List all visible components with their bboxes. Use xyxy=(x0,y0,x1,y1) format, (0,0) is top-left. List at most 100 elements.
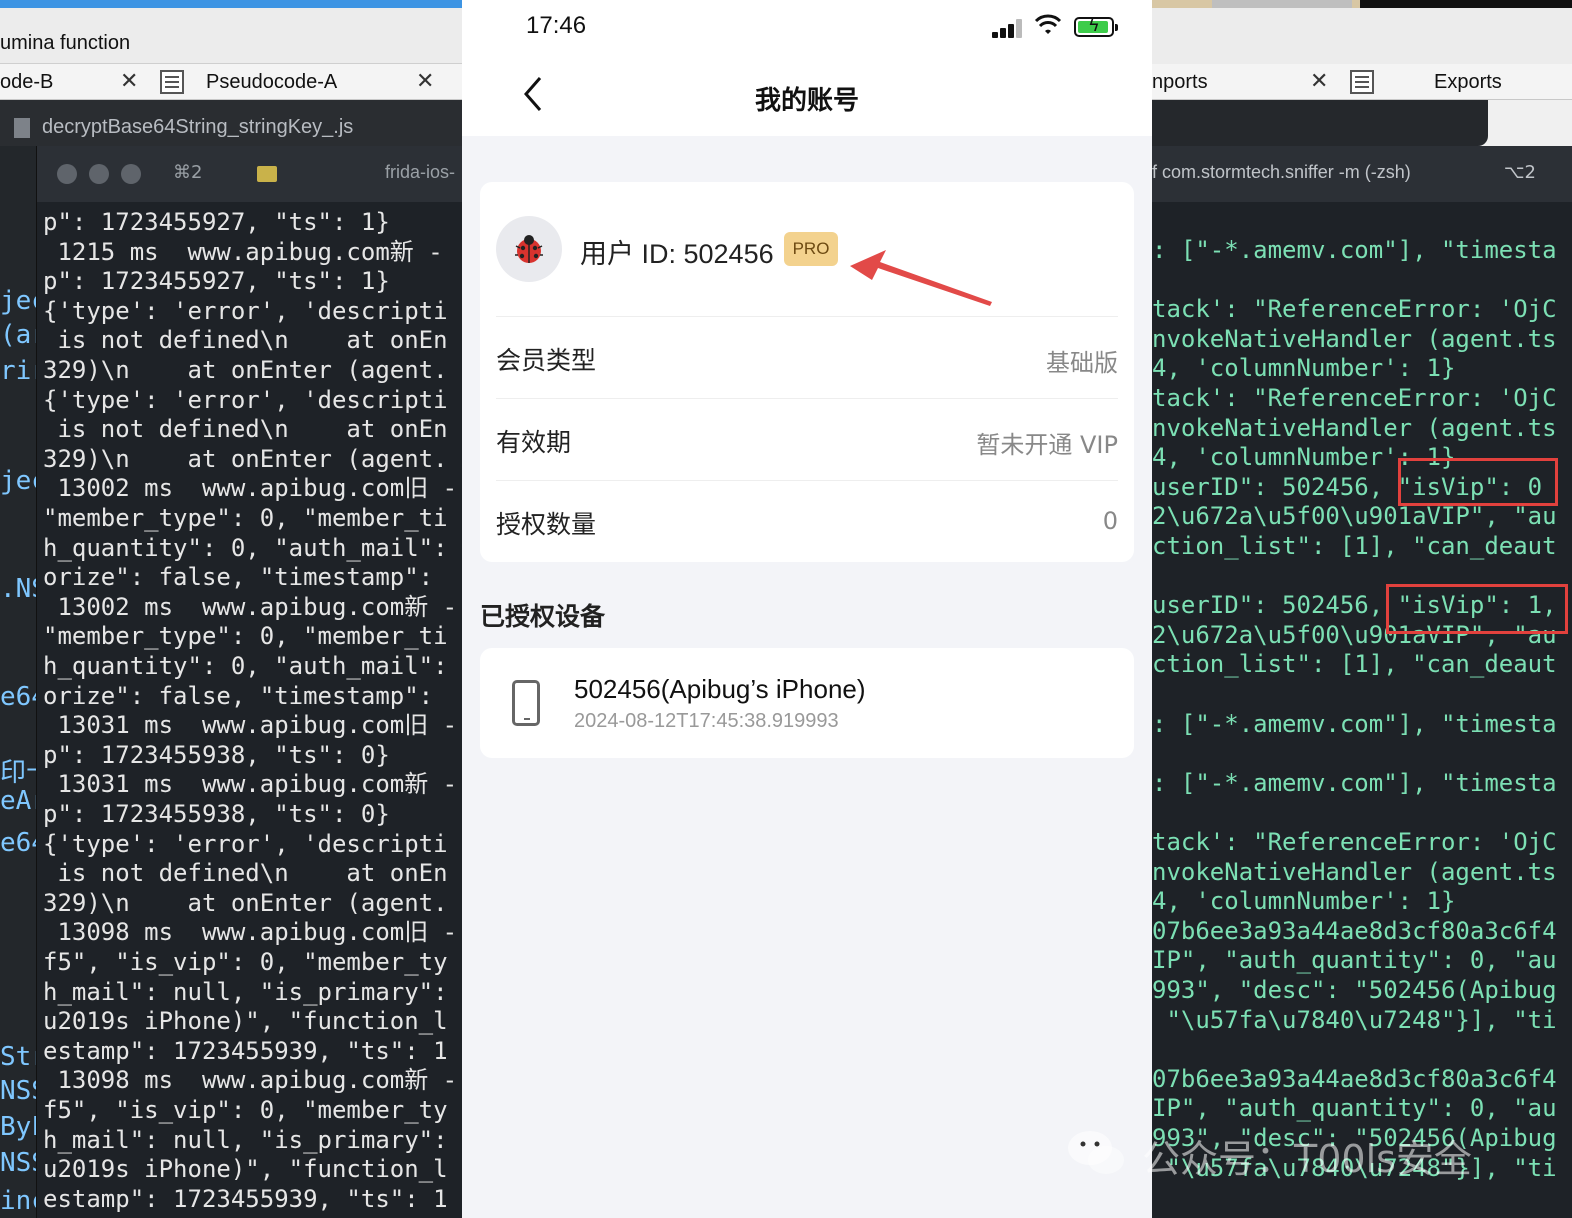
row-value: 暂未开通 VIP xyxy=(976,431,1118,459)
terminal-line: 2\u672a\u5f00\u901aVIP", "au xyxy=(1152,502,1557,531)
terminal-line: orize": false, "timestamp": xyxy=(43,681,448,710)
isvip-0-highlight xyxy=(1398,458,1558,506)
close-icon[interactable]: ✕ xyxy=(1310,64,1328,100)
terminal-line: 13002 ms www.apibug.com新 - xyxy=(43,592,458,621)
editor-file-tab[interactable]: decryptBase64String_stringKey_.js xyxy=(0,100,462,146)
row-value: 基础版 xyxy=(1046,349,1118,377)
tab-exports[interactable]: Exports xyxy=(1434,64,1502,100)
terminal-icon xyxy=(257,166,277,182)
terminal-shortcut: ⌘2 xyxy=(173,162,203,183)
terminal-line: p": 1723455927, "ts": 1} xyxy=(43,208,390,236)
terminal-line: 13098 ms www.apibug.com新 - xyxy=(43,1066,458,1095)
close-icon[interactable]: ✕ xyxy=(120,64,138,100)
gutter-fragment: .NS xyxy=(0,574,40,604)
terminal-line: : ["-*.amemv.com"], "timesta xyxy=(1152,236,1557,264)
terminal-line: 329)\n at onEnter (agent. xyxy=(43,888,448,917)
row-validity[interactable]: 有效期 暂未开通 VIP xyxy=(496,398,1118,480)
ida-titlebar xyxy=(1152,8,1572,64)
left-desktop-window: umina function ode-B ✕ Pseudocode-A ✕ de… xyxy=(0,0,462,1218)
close-window-button[interactable] xyxy=(57,164,77,184)
gutter-fragment: NSS xyxy=(0,1148,40,1178)
row-member-type[interactable]: 会员类型 基础版 xyxy=(496,316,1118,398)
gutter-fragment: e64 xyxy=(0,828,40,858)
terminal-titlebar: ⌘2 frida-ios- xyxy=(37,146,462,202)
top-accent-bar xyxy=(1152,0,1572,8)
terminal-line: h_mail": null, "is_primary": xyxy=(43,977,448,1006)
navigation-bar: 我的账号 xyxy=(462,54,1152,136)
terminal-line: : ["-*.amemv.com"], "timesta xyxy=(1152,709,1557,738)
terminal-line: "\u57fa\u7840\u7248"}], "ti xyxy=(1152,1005,1557,1034)
terminal-line: 07b6ee3a93a44ae8d3cf80a3c6f4 xyxy=(1152,1064,1557,1093)
terminal-line: tack': "ReferenceError: 'OjC xyxy=(1152,295,1557,324)
user-id: 用户 ID: 502456 xyxy=(580,239,774,269)
terminal-line: tack': "ReferenceError: 'OjC xyxy=(1152,828,1557,856)
right-desktop-window: nports ✕ Exports f com.stormtech.sniffer… xyxy=(1152,0,1572,1218)
gutter-fragment: NSS xyxy=(0,1076,40,1106)
gutter-fragment: jec xyxy=(0,466,40,496)
gutter-fragment: e64 xyxy=(0,682,40,712)
editor-file-name: decryptBase64String_stringKey_.js xyxy=(42,116,354,138)
terminal-line: h_quantity": 0, "auth_mail": xyxy=(43,652,448,680)
terminal-line: ction_list": [1], "can_deaut xyxy=(1152,650,1557,679)
terminal-line: orize": false, "timestamp": xyxy=(43,563,448,592)
device-timestamp: 2024-08-12T17:45:38.919993 xyxy=(574,710,839,732)
wifi-icon xyxy=(1034,14,1062,44)
terminal-line: f5", "is_vip": 0, "member_ty xyxy=(43,948,448,976)
row-label: 授权数量 xyxy=(496,510,597,539)
gutter-fragment: eAr xyxy=(0,786,40,816)
tab-pseudocode-a[interactable]: Pseudocode-A xyxy=(206,64,337,100)
close-icon[interactable]: ✕ xyxy=(416,64,434,100)
terminal-line: "member_type": 0, "member_ti xyxy=(43,622,448,651)
device-card[interactable]: 502456(Apibug’s iPhone) 2024-08-12T17:45… xyxy=(480,648,1134,758)
terminal-line: IP", "auth_quantity": 0, "au xyxy=(1152,946,1557,975)
status-time: 17:46 xyxy=(526,12,587,39)
top-accent-bar xyxy=(0,0,462,8)
terminal-line: p": 1723455938, "ts": 0} xyxy=(43,800,390,828)
terminal-title: f com.stormtech.sniffer -m (-zsh) xyxy=(1152,162,1411,182)
terminal-title: frida-ios- xyxy=(385,162,456,182)
ladybug-icon xyxy=(515,235,543,263)
isvip-1-highlight xyxy=(1386,584,1568,634)
annotation-arrow xyxy=(850,250,992,306)
terminal-line: 4, 'columnNumber': 1} xyxy=(1152,887,1456,916)
terminal-line: is not defined\n at onEn xyxy=(43,326,448,355)
terminal-line: estamp": 1723455939, "ts": 1 xyxy=(43,1184,448,1213)
terminal-line: 13098 ms www.apibug.com旧 - xyxy=(43,918,458,947)
terminal-line: 1215 ms www.apibug.com新 - xyxy=(43,237,443,266)
watermark: 公众号：T00ls安全 xyxy=(1066,1120,1566,1210)
row-label: 会员类型 xyxy=(496,346,597,375)
tab-pseudocode-b[interactable]: ode-B xyxy=(0,64,53,100)
terminal-line: : ["-*.amemv.com"], "timesta xyxy=(1152,768,1557,797)
ida-tab-bar: nports ✕ Exports xyxy=(1152,64,1572,100)
terminal-line: tack': "ReferenceError: 'OjC xyxy=(1152,384,1557,412)
terminal-window-left: ⌘2 frida-ios- p": 1723455927, "ts": 1} 1… xyxy=(36,146,462,1218)
zoom-window-button[interactable] xyxy=(121,164,141,184)
terminal-line: {'type': 'error', 'descripti xyxy=(43,296,448,325)
tab-imports[interactable]: nports xyxy=(1152,64,1208,100)
status-bar: 17:46 ϟ xyxy=(462,0,1152,54)
battery-icon: ϟ xyxy=(1074,15,1118,37)
terminal-line: 4, 'columnNumber': 1} xyxy=(1152,354,1456,383)
terminal-line: 07b6ee3a93a44ae8d3cf80a3c6f4 xyxy=(1152,916,1557,945)
watermark-text: 公众号：T00ls安全 xyxy=(1142,1137,1472,1181)
terminal-line: p": 1723455927, "ts": 1} xyxy=(43,267,390,296)
device-name: 502456(Apibug’s iPhone) xyxy=(574,674,866,704)
minimize-window-button[interactable] xyxy=(89,164,109,184)
file-icon xyxy=(14,118,30,138)
section-title-devices: 已授权设备 xyxy=(480,602,606,631)
terminal-line: estamp": 1723455939, "ts": 1 xyxy=(43,1036,448,1065)
pseudocode-icon xyxy=(160,70,184,94)
terminal-line: u2019s iPhone)", "function_l xyxy=(43,1155,448,1184)
terminal-line: 13031 ms www.apibug.com旧 - xyxy=(43,711,458,740)
row-value: 0 xyxy=(1102,507,1118,535)
terminal-line: p": 1723455938, "ts": 0} xyxy=(43,740,390,769)
avatar[interactable] xyxy=(496,216,562,282)
terminal-line: 13031 ms www.apibug.com新 - xyxy=(43,770,458,799)
terminal-line: 13002 ms www.apibug.com旧 - xyxy=(43,474,458,503)
terminal-line: h_quantity": 0, "auth_mail": xyxy=(43,533,448,562)
gutter-fragment: inc xyxy=(0,1186,40,1216)
ida-tab-bar: ode-B ✕ Pseudocode-A ✕ xyxy=(0,64,462,100)
row-auth-quantity[interactable]: 授权数量 0 xyxy=(496,480,1118,562)
gutter-fragment: Str xyxy=(0,1042,40,1072)
terminal-line: f5", "is_vip": 0, "member_ty xyxy=(43,1096,448,1124)
